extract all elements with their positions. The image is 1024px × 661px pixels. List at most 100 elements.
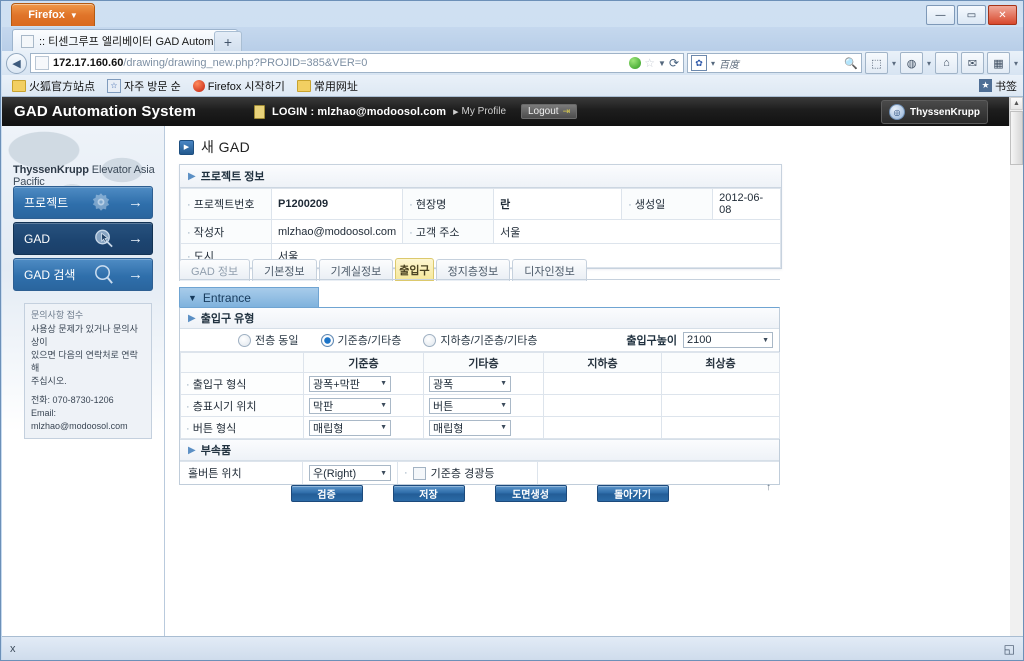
button-type-other-select[interactable]: 매립형 ▼ <box>429 419 511 436</box>
warn-lamp-checkbox[interactable] <box>412 466 426 480</box>
field-value: 란 <box>493 188 623 220</box>
indicator-position-standard-select[interactable]: 막판 ▼ <box>309 397 391 414</box>
my-profile-link[interactable]: ▶ My Profile <box>453 106 506 117</box>
chevron-down-icon: ▼ <box>380 402 387 409</box>
chevron-down-icon: ▼ <box>380 424 387 431</box>
tab-entrance[interactable]: 출입구 <box>395 258 434 281</box>
tab-design-info[interactable]: 디자인정보 <box>512 259 587 281</box>
logout-button[interactable]: Logout ⇥ <box>521 104 578 119</box>
minimize-button[interactable]: — <box>926 5 955 25</box>
action-button-row: 검증 저장 도면생성 돌아가기 <box>179 485 780 502</box>
firefox-app-button[interactable]: Firefox ▼ <box>11 3 95 26</box>
warn-lamp-label: 기준층 경광등 <box>430 468 495 480</box>
chevron-down-icon[interactable]: ▼ <box>658 59 666 68</box>
chevron-down-icon: ▼ <box>500 380 507 387</box>
radio-icon[interactable] <box>423 333 437 347</box>
bookmark-item[interactable]: ☆ 자주 방문 순 <box>103 78 185 94</box>
select-value: 매립형 <box>313 422 344 435</box>
sidebar-item-projects[interactable]: 프로젝트 → <box>13 186 153 219</box>
select-value: 광폭 <box>433 378 454 391</box>
field-value: 서울 <box>493 219 781 244</box>
cell-standard: 매립형 ▼ <box>303 416 424 439</box>
scroll-up-arrow-icon[interactable]: ▲ <box>1010 97 1023 110</box>
radio-all-floors-same[interactable]: 전층 동일 <box>238 332 299 348</box>
project-info-table: 프로젝트번호 P1200209 현장명 란 생성일 2012-06-08 작성자… <box>180 188 781 268</box>
column-header-top: 최상층 <box>661 352 780 373</box>
entrance-section-header[interactable]: ▼ Entrance <box>179 287 319 307</box>
generate-drawing-button[interactable]: 도면생성 <box>494 485 567 502</box>
button-type-standard-select[interactable]: 매립형 ▼ <box>309 419 391 436</box>
select-value: 우(Right) <box>313 468 357 480</box>
entrance-height-select[interactable]: 2100 ▼ <box>683 332 773 348</box>
radio-label: 전층 동일 <box>255 335 299 347</box>
contact-phone: 전화: 070-8730-1206 <box>31 395 114 406</box>
sidebar-item-label: 프로젝트 <box>24 196 69 210</box>
chevron-down-icon[interactable]: ▾ <box>711 59 715 68</box>
hall-button-position-select[interactable]: 우(Right) ▼ <box>309 465 391 481</box>
entrance-form-standard-select[interactable]: 광폭+막판 ▼ <box>309 375 391 392</box>
close-button[interactable]: ✕ <box>988 5 1017 25</box>
home-icon[interactable]: ⌂ <box>935 52 958 74</box>
field-value: mlzhao@modoosol.com <box>270 219 404 244</box>
tab-basic-info[interactable]: 기본정보 <box>252 259 317 281</box>
search-engine-icon[interactable]: ✿ <box>691 55 707 71</box>
page-scrollbar[interactable]: ▲ <box>1009 97 1023 636</box>
row-label: 층표시기 위치 <box>180 394 304 417</box>
firefox-app-button-label: Firefox <box>28 9 65 21</box>
bookmark-star-icon[interactable]: ☆ <box>644 56 655 70</box>
tab-stop-floor-info[interactable]: 정지층정보 <box>435 259 511 281</box>
indicator-position-other-select[interactable]: 버튼 ▼ <box>429 397 511 414</box>
radio-icon-selected[interactable] <box>320 333 334 347</box>
browser-tab[interactable]: :: 티센그루프 엘리베이터 GAD Automa... <box>12 29 238 52</box>
bookmark-item[interactable]: Firefox 시작하기 <box>189 78 289 94</box>
bookmark-item[interactable]: 火狐官方站点 <box>8 78 99 94</box>
url-bar[interactable]: 172.17.160.60/drawing/drawing_new.php?PR… <box>30 53 684 73</box>
sidebar-item-gad[interactable]: GAD → <box>13 222 153 255</box>
apps-grid-icon[interactable]: ▦ <box>987 52 1010 74</box>
contact-email: Email: mlzhao@modoosol.com <box>31 408 128 432</box>
toolbar-separator: ▾ <box>1013 58 1018 68</box>
entrance-height-value: 2100 <box>687 334 712 346</box>
reload-icon[interactable]: ⟳ <box>669 56 679 70</box>
tab-favicon-icon <box>21 34 34 48</box>
search-icon[interactable]: 🔍 <box>844 57 858 70</box>
find-bar-close-icon[interactable]: x <box>10 643 16 655</box>
maximize-button[interactable]: ▭ <box>957 5 986 25</box>
table-row: 출입구 형식 광폭+막판 ▼ 광폭 <box>180 372 780 395</box>
hall-button-value-cell: 우(Right) ▼ <box>303 462 398 484</box>
bookmarks-menu-button[interactable]: ★ 书签 <box>979 78 1017 94</box>
save-button[interactable]: 저장 <box>392 485 465 502</box>
tab-machine-room-info[interactable]: 기계실정보 <box>318 259 394 281</box>
new-tab-button[interactable]: + <box>214 31 242 51</box>
search-bar[interactable]: ✿ ▾ 百度 🔍 <box>687 53 862 73</box>
back-button[interactable]: ◀ <box>6 52 27 74</box>
mail-icon[interactable]: ✉ <box>961 52 984 74</box>
sidebar-item-gad-search[interactable]: GAD 검색 → <box>13 258 153 291</box>
radio-icon[interactable] <box>238 333 251 347</box>
verify-button[interactable]: 검증 <box>290 485 363 502</box>
resize-grip-icon[interactable]: ◱ <box>1004 642 1015 656</box>
addon-icon[interactable]: ◍ <box>900 52 923 74</box>
site-identity-icon <box>35 56 49 70</box>
cell-top <box>661 416 780 439</box>
arrow-right-icon: → <box>128 230 143 247</box>
warn-lamp-cell[interactable]: · 기준층 경광등 <box>398 462 538 484</box>
entrance-body: ▶ 출입구 유형 전층 동일 기준층/기타층 지하층/기준층/기타층 출입구높이… <box>179 307 780 485</box>
screenshot-tool-icon[interactable]: ⬚ <box>865 52 888 74</box>
go-back-button[interactable]: 돌아가기 <box>596 485 669 502</box>
radio-standard-other[interactable]: 기준층/기타층 <box>320 332 401 348</box>
hall-button-label-cell: 홀버튼 위치 <box>180 462 303 484</box>
url-text: 172.17.160.60/drawing/drawing_new.php?PR… <box>53 57 367 69</box>
scrollbar-thumb[interactable] <box>1010 111 1023 165</box>
scroll-to-top-icon[interactable]: ↑ <box>766 482 771 493</box>
entrance-form-other-select[interactable]: 광폭 ▼ <box>429 375 511 392</box>
title-bar: Firefox ▼ — ▭ ✕ <box>1 1 1023 27</box>
cell-other: 매립형 ▼ <box>423 416 544 439</box>
field-value: P1200209 <box>270 188 404 220</box>
tab-gad-info[interactable]: GAD 정보 <box>179 259 251 281</box>
bookmark-item[interactable]: 常用网址 <box>293 78 362 94</box>
field-label: 고객 주소 <box>402 219 495 244</box>
search-input[interactable]: 百度 <box>719 56 739 71</box>
radio-basement-standard-other[interactable]: 지하층/기준층/기타층 <box>423 332 538 348</box>
go-icon[interactable] <box>629 57 642 69</box>
